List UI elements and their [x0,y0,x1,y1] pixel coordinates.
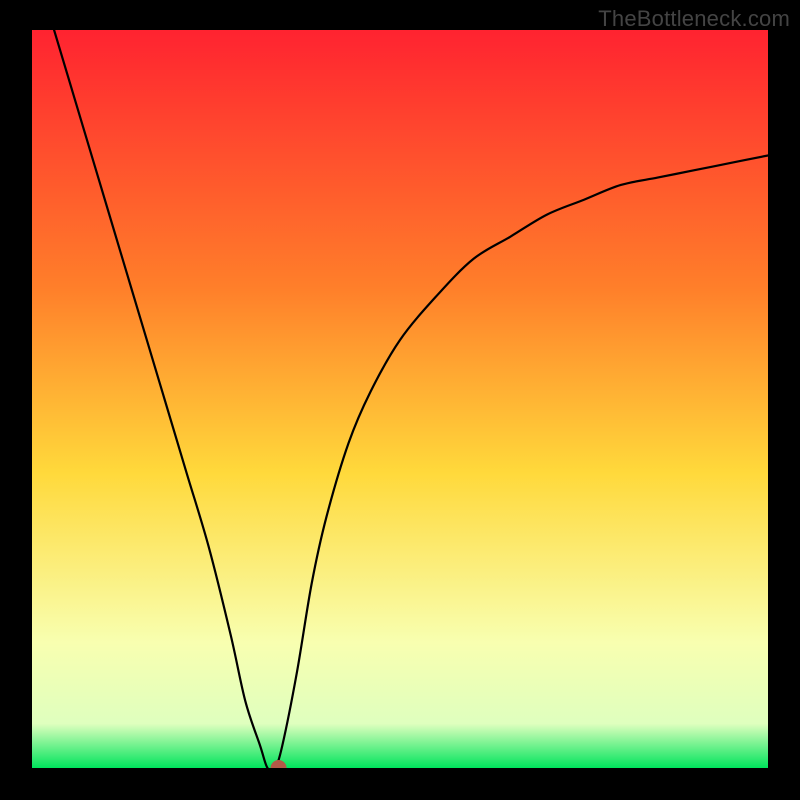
chart-svg [32,30,768,768]
watermark-text: TheBottleneck.com [598,6,790,32]
bottleneck-chart [32,30,768,768]
plot-background [32,30,768,768]
